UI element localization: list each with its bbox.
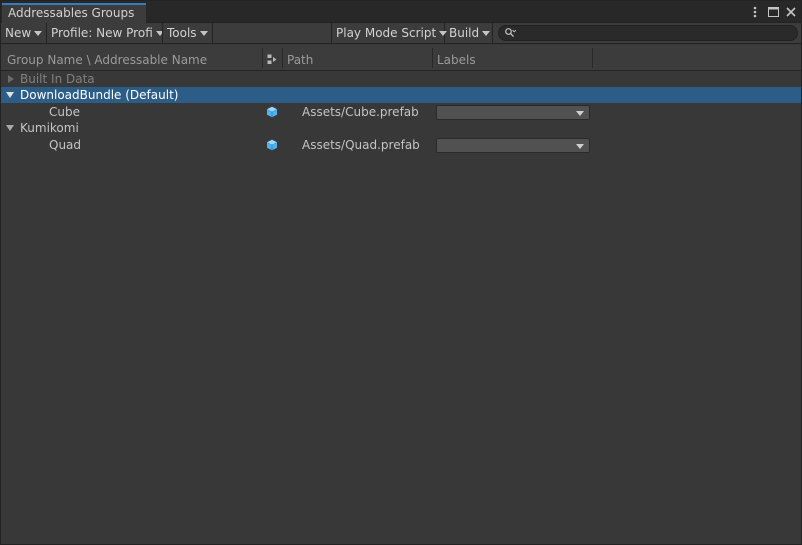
entry-row-quad[interactable]: Quad Assets/Quad.prefab — [1, 137, 801, 153]
tab-addressables-groups[interactable]: Addressables Groups — [2, 3, 147, 23]
entry-name: Cube — [49, 105, 80, 119]
search-field[interactable] — [498, 25, 798, 41]
chevron-down-icon — [576, 111, 584, 116]
build-dropdown[interactable]: Build — [445, 23, 493, 43]
more-icon[interactable] — [749, 5, 761, 19]
profile-label: Profile: New Profi — [51, 26, 153, 40]
chevron-down-icon — [155, 31, 162, 36]
tools-label: Tools — [167, 26, 197, 40]
column-divider[interactable] — [282, 48, 283, 68]
chevron-down-icon — [199, 31, 208, 36]
play-mode-label: Play Mode Script — [336, 26, 437, 40]
column-header-labels[interactable]: Labels — [437, 45, 587, 71]
window-controls — [749, 4, 797, 20]
column-header-name[interactable]: Group Name \ Addressable Name — [7, 45, 261, 71]
entry-path: Assets/Quad.prefab — [302, 138, 420, 152]
entry-name: Quad — [49, 138, 82, 152]
profile-dropdown[interactable]: Profile: New Profi — [47, 23, 163, 43]
chevron-down-icon — [482, 31, 491, 36]
column-divider[interactable] — [592, 48, 593, 68]
prefab-icon — [266, 139, 278, 151]
play-mode-script-dropdown[interactable]: Play Mode Script — [331, 23, 448, 43]
group-row-downloadbundle[interactable]: DownloadBundle (Default) — [1, 87, 801, 103]
group-name: Built In Data — [20, 72, 95, 86]
foldout-expanded-icon[interactable] — [6, 125, 14, 131]
column-divider[interactable] — [432, 48, 433, 68]
labels-dropdown[interactable] — [436, 138, 590, 153]
close-icon[interactable] — [785, 5, 797, 19]
entry-row-cube[interactable]: Cube Assets/Cube.prefab — [1, 104, 801, 120]
maximize-icon[interactable] — [767, 5, 779, 19]
asset-type-icon — [267, 54, 277, 64]
group-row-kumikomi[interactable]: Kumikomi — [1, 120, 801, 136]
column-header: Group Name \ Addressable Name Path Label… — [1, 45, 801, 71]
foldout-expanded-icon[interactable] — [6, 92, 14, 98]
group-name: Kumikomi — [20, 121, 79, 135]
groups-tree: Built In Data DownloadBundle (Default) C… — [1, 71, 801, 153]
prefab-icon — [266, 106, 278, 118]
entry-path: Assets/Cube.prefab — [302, 105, 419, 119]
group-name: DownloadBundle (Default) — [20, 88, 179, 102]
addressables-groups-window: Addressables Groups New Profile: New Pro… — [0, 0, 802, 545]
search-icon — [505, 28, 516, 37]
chevron-down-icon — [576, 144, 584, 149]
tools-dropdown[interactable]: Tools — [163, 23, 213, 43]
column-divider[interactable] — [262, 48, 263, 68]
new-label: New — [5, 26, 32, 40]
tab-strip: Addressables Groups — [1, 1, 801, 23]
toolbar: New Profile: New Profi Tools Play Mode S… — [1, 23, 801, 44]
group-row-built-in-data[interactable]: Built In Data — [1, 71, 801, 87]
column-header-type[interactable] — [267, 45, 281, 71]
chevron-down-icon — [34, 31, 43, 36]
column-header-path[interactable]: Path — [287, 45, 427, 71]
labels-dropdown[interactable] — [436, 105, 590, 120]
new-dropdown[interactable]: New — [1, 23, 47, 43]
foldout-collapsed-icon[interactable] — [8, 75, 14, 83]
build-label: Build — [449, 26, 480, 40]
